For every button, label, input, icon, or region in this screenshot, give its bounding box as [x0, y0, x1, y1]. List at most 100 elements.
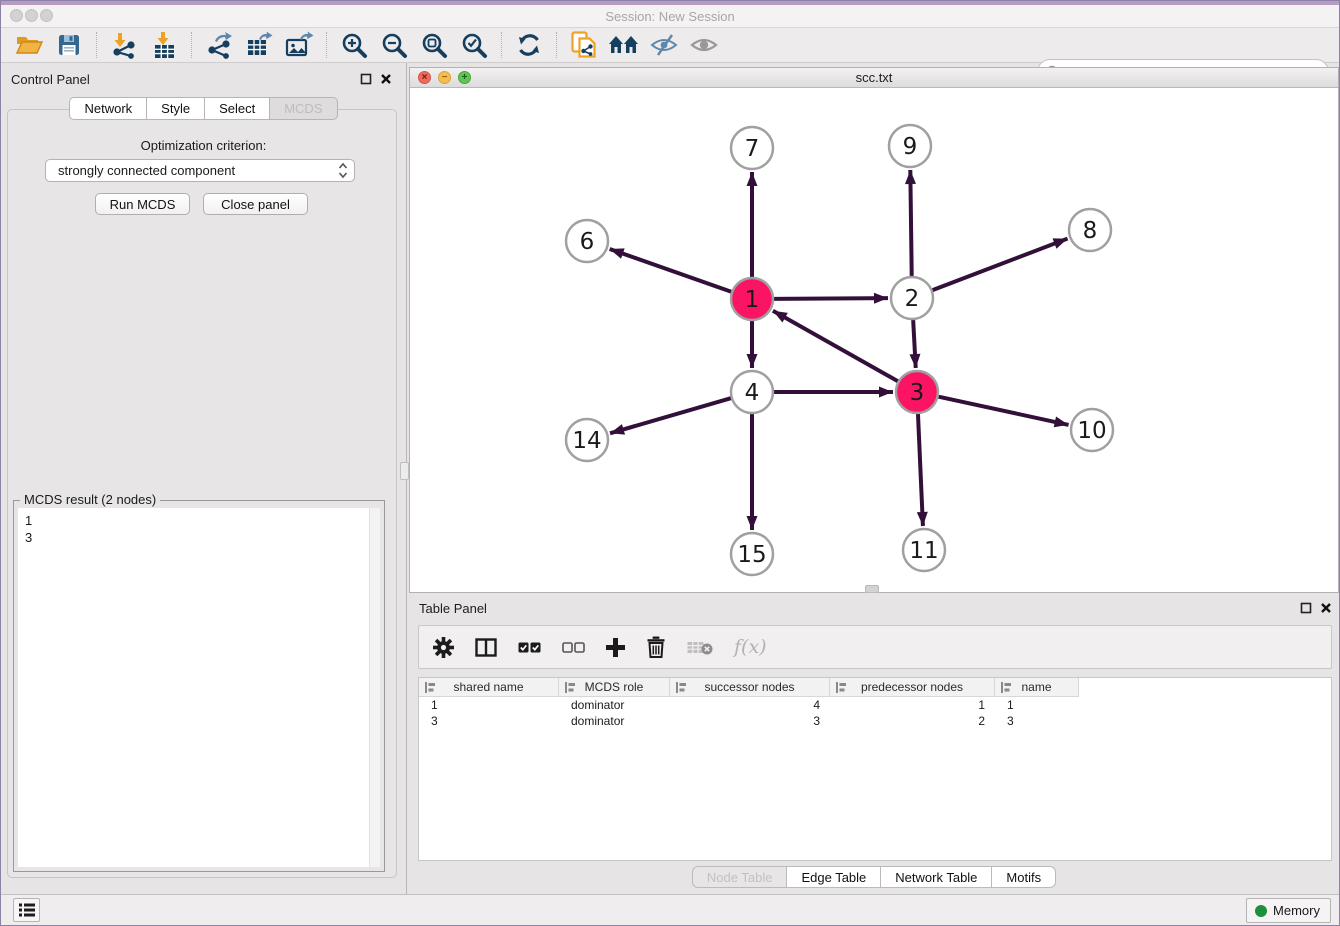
function-builder-icon[interactable]: f(x) — [734, 636, 767, 658]
export-network-icon — [205, 31, 233, 59]
column-header-mcds-role[interactable]: MCDS role — [559, 678, 670, 697]
refresh-icon — [516, 32, 542, 58]
run-mcds-button[interactable]: Run MCDS — [95, 193, 190, 215]
close-panel-button[interactable]: Close panel — [203, 193, 308, 215]
graph-node-label-2: 2 — [905, 286, 920, 312]
network-graph[interactable]: 7968124314101511 — [410, 88, 1338, 591]
graph-node-label-3: 3 — [910, 380, 925, 406]
close-panel-icon[interactable] — [380, 73, 392, 85]
delete-table-icon[interactable] — [687, 639, 713, 656]
column-header-successor-nodes[interactable]: successor nodes — [670, 678, 830, 697]
cell-name[interactable]: 1 — [995, 697, 1079, 713]
export-image-button[interactable] — [279, 29, 319, 61]
delete-column-trash-icon[interactable] — [646, 636, 666, 658]
export-table-icon — [245, 31, 273, 59]
window-title: Session: New Session — [1, 9, 1339, 24]
cell-mcds-role[interactable]: dominator — [559, 713, 670, 729]
column-header-name[interactable]: name — [995, 678, 1079, 697]
edge-2-9[interactable] — [910, 170, 911, 276]
toolbar-separator — [501, 32, 502, 58]
zoom-in-button[interactable] — [334, 29, 374, 61]
tab-network[interactable]: Network — [69, 97, 147, 120]
tab-mcds[interactable]: MCDS — [270, 97, 337, 120]
save-session-button[interactable] — [49, 29, 89, 61]
select-all-icon[interactable] — [518, 641, 541, 654]
zoom-fit-button[interactable] — [414, 29, 454, 61]
node-table-header: shared nameMCDS rolesuccessor nodesprede… — [419, 678, 1331, 697]
float-table-panel-icon[interactable] — [1300, 602, 1312, 614]
tab-edge-table[interactable]: Edge Table — [787, 866, 881, 888]
edge-1-6[interactable] — [610, 249, 732, 292]
edge-2-8[interactable] — [933, 239, 1068, 291]
float-panel-icon[interactable] — [360, 73, 372, 85]
cell-mcds-role[interactable]: dominator — [559, 697, 670, 713]
export-network-button[interactable] — [199, 29, 239, 61]
toolbar-separator — [191, 32, 192, 58]
cell-successor-nodes[interactable]: 3 — [670, 713, 830, 729]
show-all-button[interactable] — [684, 29, 724, 61]
tab-motifs[interactable]: Motifs — [992, 866, 1056, 888]
criterion-value: strongly connected component — [58, 163, 235, 178]
column-browser-icon[interactable] — [475, 638, 497, 657]
mcds-result-scrollbar[interactable] — [369, 508, 380, 867]
toolbar-separator — [326, 32, 327, 58]
main-toolbar — [1, 28, 1339, 63]
zoom-in-icon — [341, 32, 368, 59]
toolbar-separator — [556, 32, 557, 58]
close-panel-label: Close panel — [221, 197, 290, 212]
tab-select[interactable]: Select — [205, 97, 270, 120]
cell-predecessor-nodes[interactable]: 1 — [830, 697, 995, 713]
cell-predecessor-nodes[interactable]: 2 — [830, 713, 995, 729]
table-row[interactable]: 1dominator411 — [419, 697, 1331, 713]
task-history-button[interactable] — [13, 898, 40, 922]
column-header-shared-name[interactable]: shared name — [419, 678, 559, 697]
deselect-all-icon[interactable] — [562, 641, 585, 654]
cell-shared-name[interactable]: 1 — [419, 697, 559, 713]
import-network-button[interactable] — [104, 29, 144, 61]
edge-4-14[interactable] — [610, 398, 731, 433]
graph-node-label-4: 4 — [745, 380, 760, 406]
column-header-predecessor-nodes[interactable]: predecessor nodes — [830, 678, 995, 697]
zoom-out-button[interactable] — [374, 29, 414, 61]
close-table-panel-icon[interactable] — [1320, 602, 1332, 614]
edge-3-11[interactable] — [918, 414, 923, 526]
edge-3-10[interactable] — [938, 397, 1068, 425]
sort-icon — [676, 682, 686, 693]
tab-node-table[interactable]: Node Table — [692, 866, 788, 888]
optimization-criterion-label: Optimization criterion: — [1, 138, 406, 153]
node-table-rows: 1dominator4113dominator323 — [419, 697, 1331, 729]
control-panel-title: Control Panel — [11, 72, 90, 87]
table-toolbar: f(x) — [418, 625, 1332, 669]
refresh-button[interactable] — [509, 29, 549, 61]
cell-successor-nodes[interactable]: 4 — [670, 697, 830, 713]
first-neighbors-button[interactable] — [604, 29, 644, 61]
eye-icon — [690, 33, 718, 57]
memory-button[interactable]: Memory — [1246, 898, 1331, 923]
export-table-button[interactable] — [239, 29, 279, 61]
edge-3-1[interactable] — [773, 311, 898, 381]
cell-shared-name[interactable]: 3 — [419, 713, 559, 729]
table-settings-gear-icon[interactable] — [433, 637, 454, 658]
network-window-title: scc.txt — [410, 70, 1338, 85]
status-bar: Memory — [1, 894, 1339, 925]
tab-network-table[interactable]: Network Table — [881, 866, 992, 888]
network-canvas[interactable]: 7968124314101511 — [410, 88, 1338, 591]
table-row[interactable]: 3dominator323 — [419, 713, 1331, 729]
zoom-selected-button[interactable] — [454, 29, 494, 61]
panel-divider-grip[interactable] — [400, 462, 409, 480]
mcds-result-group: MCDS result (2 nodes) 1 3 — [13, 500, 385, 872]
mcds-result-list[interactable]: 1 3 — [18, 508, 380, 867]
edge-1-2[interactable] — [774, 298, 888, 299]
tab-style[interactable]: Style — [147, 97, 205, 120]
canvas-splitter-grip[interactable] — [865, 585, 879, 593]
add-column-icon[interactable] — [606, 638, 625, 657]
edge-2-3[interactable] — [913, 320, 916, 368]
import-table-button[interactable] — [144, 29, 184, 61]
eye-slash-icon — [650, 33, 678, 57]
duplicate-network-button[interactable] — [564, 29, 604, 61]
sort-icon — [1001, 682, 1011, 693]
cell-name[interactable]: 3 — [995, 713, 1079, 729]
criterion-dropdown[interactable]: strongly connected component — [45, 159, 355, 182]
open-session-button[interactable] — [9, 29, 49, 61]
hide-selected-button[interactable] — [644, 29, 684, 61]
